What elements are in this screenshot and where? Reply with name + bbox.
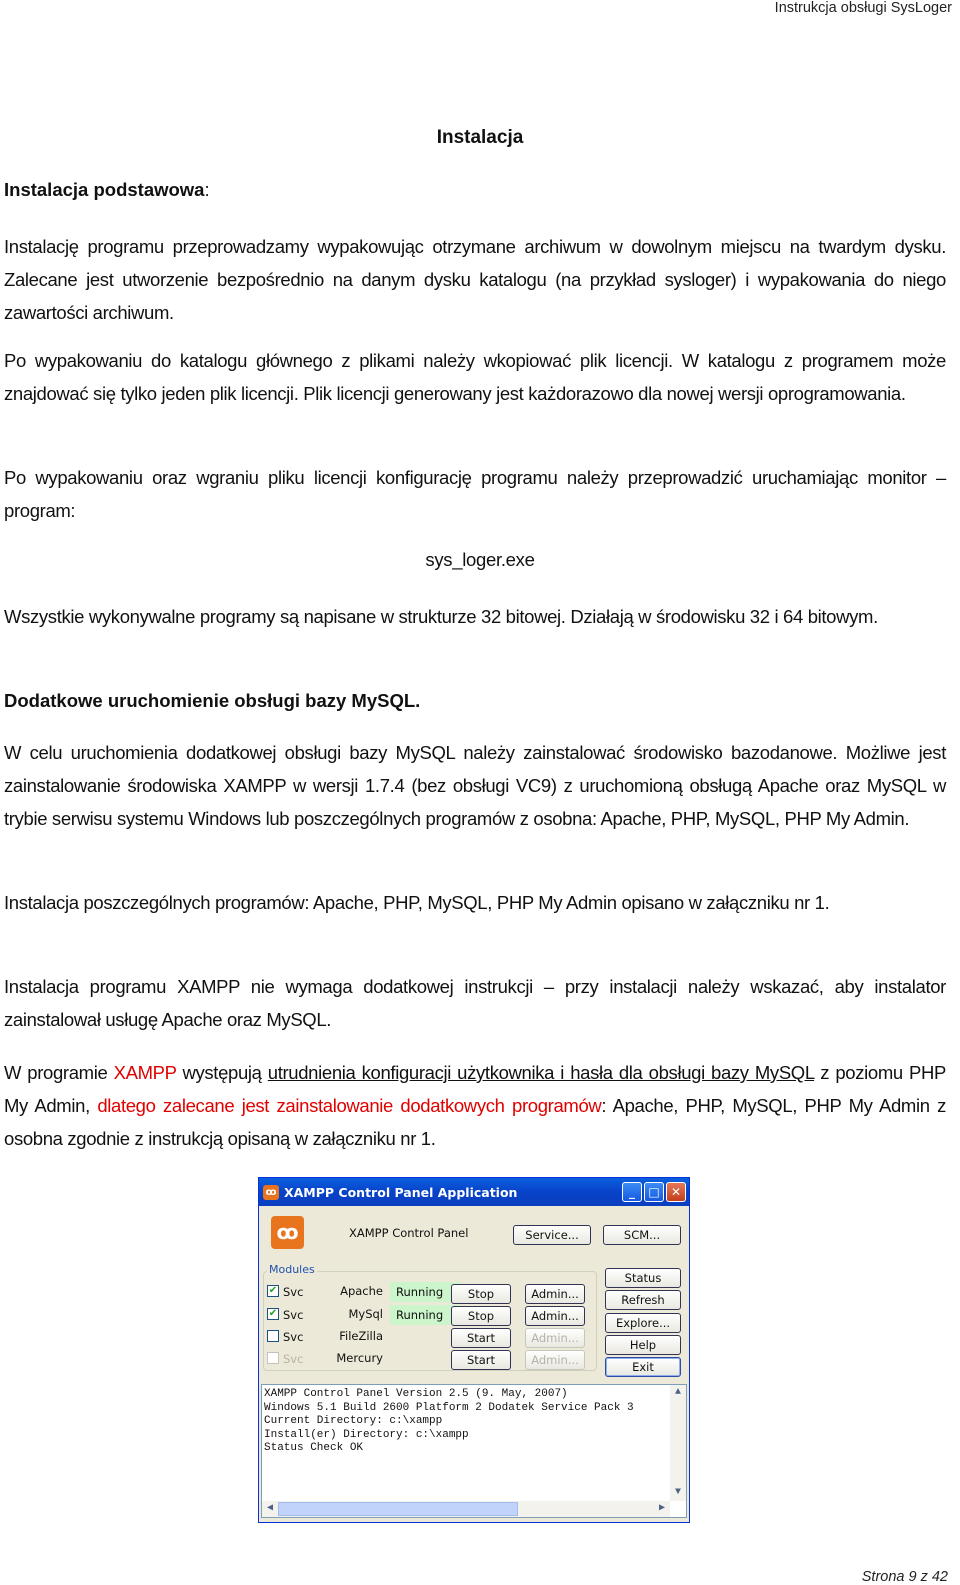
- paragraph-xampp-warning: W programie XAMPP występują utrudnienia …: [4, 1056, 946, 1155]
- section-heading-basic-install: Instalacja podstawowa:: [4, 179, 210, 201]
- log-line: Current Directory: c:\xampp: [264, 1415, 443, 1427]
- section-heading-mysql: Dodatkowe uruchomienie obsługi bazy MySQ…: [4, 690, 421, 711]
- paragraph-license: Po wypakowaniu do katalogu głównego z pl…: [4, 350, 946, 404]
- module-name: Apache: [340, 1284, 383, 1298]
- mysql-stop-button[interactable]: Stop: [451, 1306, 511, 1326]
- help-button[interactable]: Help: [605, 1335, 681, 1355]
- heading-colon: :: [204, 179, 210, 200]
- maximize-button[interactable]: □: [644, 1182, 664, 1202]
- svc-checkbox[interactable]: ✔: [267, 1285, 279, 1297]
- text-run: występują: [176, 1062, 268, 1083]
- filezilla-start-button[interactable]: Start: [451, 1328, 511, 1348]
- xampp-logo-icon: ꝏ: [263, 1184, 279, 1200]
- log-line: Install(er) Directory: c:\xampp: [264, 1428, 469, 1441]
- svc-label: Svc: [283, 1330, 304, 1344]
- horizontal-scrollbar[interactable]: ◀ ▶: [262, 1501, 670, 1517]
- scroll-down-icon[interactable]: ▼: [670, 1485, 686, 1501]
- vertical-scrollbar[interactable]: ▲ ▼: [670, 1385, 686, 1501]
- svc-label: Svc: [283, 1285, 304, 1299]
- mysql-admin-button[interactable]: Admin...: [525, 1306, 585, 1326]
- svc-checkbox[interactable]: ✔: [267, 1308, 279, 1320]
- exit-button[interactable]: Exit: [605, 1357, 681, 1377]
- window-title: XAMPP Control Panel Application: [284, 1184, 518, 1200]
- explore-button[interactable]: Explore...: [605, 1313, 681, 1333]
- module-name: Mercury: [336, 1351, 383, 1365]
- log-line: XAMPP Control Panel Version 2.5 (9. May,…: [264, 1388, 568, 1400]
- paragraph-configure: Po wypakowaniu oraz wgraniu pliku licenc…: [4, 467, 946, 521]
- scroll-left-icon[interactable]: ◀: [262, 1501, 278, 1517]
- service-button[interactable]: Service...: [513, 1225, 591, 1245]
- scm-button[interactable]: SCM...: [603, 1225, 681, 1245]
- horizontal-scroll-thumb[interactable]: [278, 1502, 518, 1516]
- page-title: Instalacja: [436, 127, 524, 148]
- refresh-button[interactable]: Refresh: [605, 1290, 681, 1310]
- mercury-admin-button: Admin...: [525, 1350, 585, 1370]
- svc-checkbox[interactable]: [267, 1330, 279, 1342]
- svc-checkbox: [267, 1352, 279, 1364]
- scroll-right-icon[interactable]: ▶: [654, 1501, 670, 1517]
- module-name: MySql: [348, 1307, 383, 1321]
- paragraph-32bit: Wszystkie wykonywalne programy są napisa…: [4, 606, 878, 627]
- highlight-recommendation: dlatego zalecane jest zainstalowanie dod…: [97, 1095, 602, 1116]
- panel-title: XAMPP Control Panel: [349, 1226, 469, 1240]
- apache-stop-button[interactable]: Stop: [451, 1284, 511, 1304]
- mercury-start-button[interactable]: Start: [451, 1350, 511, 1370]
- paragraph-xampp-install: Instalacja programu XAMPP nie wymaga dod…: [4, 976, 946, 1030]
- page-number: Strona 9 z 42: [861, 1569, 948, 1585]
- window-titlebar: ꝏ XAMPP Control Panel Application _ □ ✕: [259, 1178, 689, 1206]
- highlight-xampp: XAMPP: [113, 1062, 177, 1083]
- svc-label: Svc: [283, 1308, 304, 1322]
- underlined-difficulties: utrudnienia konfiguracji użytkownika i h…: [267, 1062, 815, 1083]
- filezilla-admin-button: Admin...: [525, 1328, 585, 1348]
- executable-name: sys_loger.exe: [425, 549, 535, 570]
- log-line: Status Check OK: [264, 1442, 364, 1454]
- module-name: FileZilla: [339, 1329, 383, 1343]
- xampp-control-panel-window: ꝏ XAMPP Control Panel Application _ □ ✕ …: [258, 1177, 690, 1523]
- close-button[interactable]: ✕: [666, 1182, 686, 1202]
- apache-admin-button[interactable]: Admin...: [525, 1284, 585, 1304]
- text-run: W programie: [4, 1062, 114, 1083]
- log-output: XAMPP Control Panel Version 2.5 (9. May,…: [261, 1384, 687, 1518]
- scroll-up-icon[interactable]: ▲: [670, 1385, 686, 1401]
- xampp-logo-icon: ꝏ: [271, 1216, 304, 1249]
- heading-text: Instalacja podstawowa: [4, 179, 205, 200]
- status-button[interactable]: Status: [605, 1268, 681, 1288]
- document-header: Instrukcja obsługi SysLoger: [774, 0, 952, 16]
- modules-label: Modules: [267, 1263, 317, 1276]
- svc-label: Svc: [283, 1352, 304, 1366]
- paragraph-mysql-env: W celu uruchomienia dodatkowej obsługi b…: [4, 742, 946, 829]
- minimize-button[interactable]: _: [622, 1182, 642, 1202]
- paragraph-unpack: Instalację programu przeprowadzamy wypak…: [4, 236, 946, 323]
- log-line: Windows 5.1 Build 2600 Platform 2 Dodate…: [264, 1401, 634, 1414]
- paragraph-appendix: Instalacja poszczególnych programów: Apa…: [4, 892, 830, 913]
